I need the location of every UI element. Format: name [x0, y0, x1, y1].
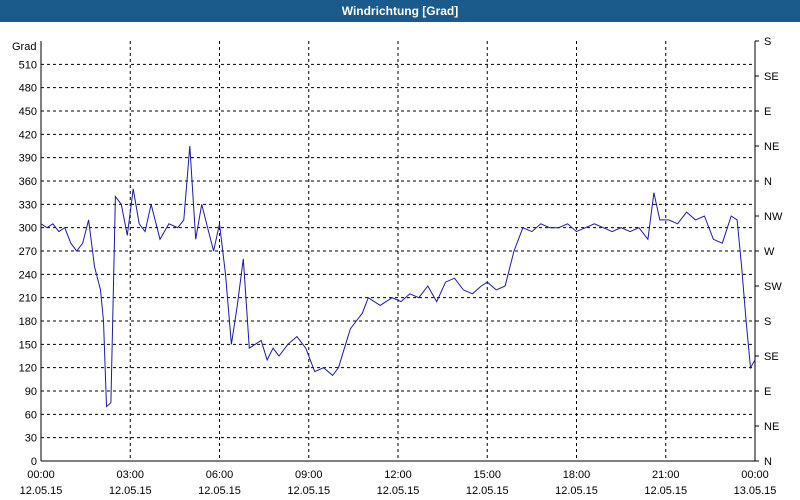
y-tick-label: 240: [19, 269, 37, 281]
x-tick-date: 12.05.15: [377, 485, 420, 497]
x-tick-time: 15:00: [473, 469, 501, 481]
x-tick-date: 12.05.15: [109, 485, 152, 497]
x-tick-date: 13.05.15: [734, 485, 777, 497]
right-tick-label: NE: [764, 141, 779, 153]
right-tick-label: N: [764, 176, 772, 188]
y-tick-label: 300: [19, 223, 37, 235]
x-tick-time: 18:00: [563, 469, 591, 481]
x-tick-date: 12.05.15: [20, 485, 63, 497]
x-tick-time: 12:00: [384, 469, 412, 481]
y-axis-label: Grad: [12, 41, 36, 53]
x-tick-date: 12.05.15: [644, 485, 687, 497]
right-tick-label: W: [764, 246, 775, 258]
y-tick-label: 420: [19, 129, 37, 141]
right-tick-label: N: [764, 456, 772, 468]
x-tick-time: 00:00: [27, 469, 55, 481]
y-tick-label: 0: [31, 456, 37, 468]
x-tick-date: 12.05.15: [466, 485, 509, 497]
x-axis-ticks: 00:00 12.05.15 03:00 12.05.15 06:00 12.05.15 0…: [20, 469, 777, 497]
x-tick-time: 03:00: [116, 469, 144, 481]
y-tick-label: 390: [19, 153, 37, 165]
y-tick-label: 180: [19, 316, 37, 328]
y-tick-label: 360: [19, 176, 37, 188]
right-tick-label: E: [764, 386, 771, 398]
y-tick-label: 330: [19, 199, 37, 211]
right-tick-label: SE: [764, 71, 779, 83]
right-tick-label: SW: [764, 281, 782, 293]
y-tick-label: 120: [19, 363, 37, 375]
x-tick-date: 12.05.15: [555, 485, 598, 497]
x-tick-time: 00:00: [741, 469, 769, 481]
right-tick-label: NW: [764, 211, 783, 223]
y-tick-label: 150: [19, 339, 37, 351]
x-tick-time: 06:00: [206, 469, 234, 481]
chart-window: Windrichtung [Grad] Grad 0 30 60 90 120 150 18…: [0, 0, 800, 500]
y-tick-label: 210: [19, 293, 37, 305]
right-tick-label: E: [764, 106, 771, 118]
x-tick-time: 09:00: [295, 469, 323, 481]
right-tick-label: S: [764, 36, 771, 48]
y-tick-label: 480: [19, 83, 37, 95]
x-tick-time: 21:00: [652, 469, 680, 481]
y-tick-label: 30: [25, 433, 37, 445]
y-tick-label: 450: [19, 106, 37, 118]
right-tick-label: NE: [764, 421, 779, 433]
y-tick-label: 510: [19, 59, 37, 71]
right-tick-label: S: [764, 316, 771, 328]
y-axis-ticks: 0 30 60 90 120 150 180 210 240 270 300 330 360 390 420…: [19, 59, 37, 468]
y-tick-label: 90: [25, 386, 37, 398]
right-axis-ticks: N NE E SE S SW W NW N NE E SE S: [755, 36, 783, 468]
wind-direction-chart: Grad 0 30 60 90 120 150 180 210 240 270 300 330 360 3…: [12, 36, 783, 497]
grid: [41, 41, 755, 461]
right-tick-label: SE: [764, 351, 779, 363]
x-tick-date: 12.05.15: [198, 485, 241, 497]
y-tick-label: 270: [19, 246, 37, 258]
x-tick-date: 12.05.15: [287, 485, 330, 497]
y-tick-label: 60: [25, 409, 37, 421]
